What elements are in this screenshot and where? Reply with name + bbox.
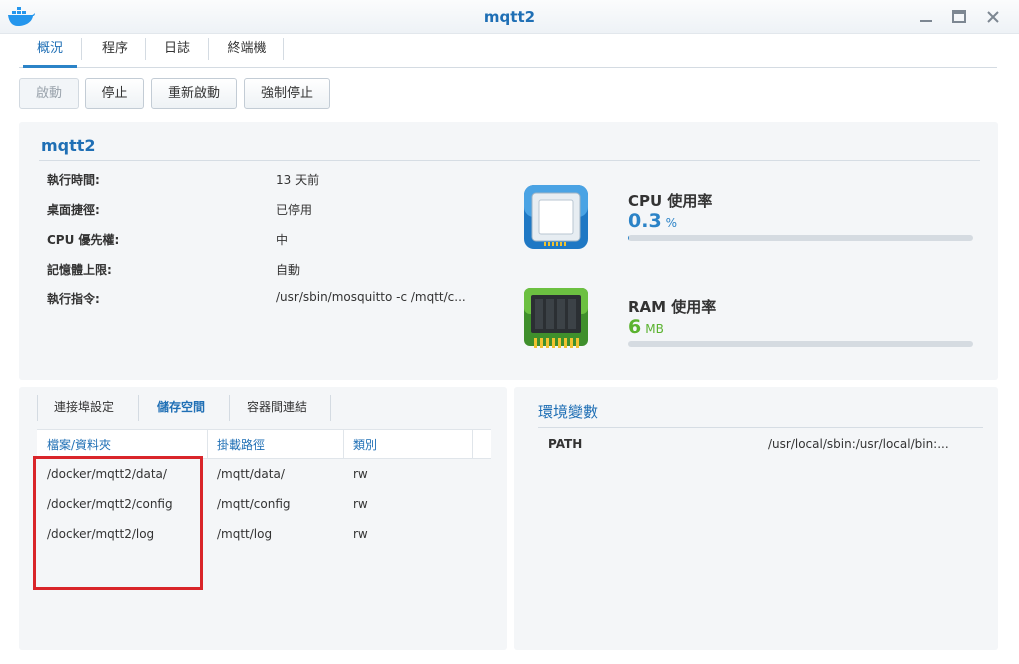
cell-type: rw [353, 497, 368, 511]
cell-path: /docker/mqtt2/data/ [47, 467, 167, 481]
table-row[interactable]: /docker/mqtt2/data/ /mqtt/data/ rw [37, 460, 491, 490]
cell-mount: /mqtt/config [217, 497, 291, 511]
tab-terminal[interactable]: 終端機 [213, 34, 281, 68]
container-info-panel: mqtt2 執行時間: 13 天前 桌面捷徑: 已停用 CPU 優先權: 中 記… [19, 122, 998, 380]
subtab-divider [37, 395, 38, 421]
tab-divider [283, 38, 284, 60]
shortcut-value: 已停用 [276, 203, 313, 217]
cpu-value-number: 0.3 [628, 210, 662, 232]
force-stop-button[interactable]: 強制停止 [244, 78, 330, 109]
cpu-value-unit: % [665, 216, 678, 230]
ram-usage-value: 6 MB [628, 316, 664, 338]
runtime-label: 執行時間: [47, 173, 100, 187]
cell-path: /docker/mqtt2/config [47, 497, 173, 511]
env-value: /usr/local/sbin:/usr/local/bin:... [768, 437, 949, 451]
env-key: PATH [548, 437, 583, 451]
subtab-divider [138, 395, 139, 421]
cpu-priority-value: 中 [276, 233, 289, 247]
tab-divider [145, 38, 146, 60]
main-tabs: 概況 程序 日誌 終端機 [19, 34, 997, 68]
cell-type: rw [353, 467, 368, 481]
cpu-chip-icon [522, 183, 590, 255]
subtab-divider [330, 395, 331, 421]
ram-usage-title: RAM 使用率 [628, 298, 717, 316]
subtab-divider [229, 395, 230, 421]
divider [538, 427, 983, 428]
cell-path: /docker/mqtt2/log [47, 527, 155, 541]
table-row[interactable]: /docker/mqtt2/config /mqtt/config rw [37, 490, 491, 520]
column-header-mount[interactable]: 掛載路徑 [217, 436, 265, 453]
cpu-usage-title: CPU 使用率 [628, 192, 713, 210]
container-name: mqtt2 [41, 136, 96, 155]
shortcut-label: 桌面捷徑: [47, 203, 100, 217]
ram-value-number: 6 [628, 316, 642, 338]
divider [39, 160, 980, 161]
cpu-usage-bar-fill [628, 235, 630, 241]
storage-table-header: 檔案/資料夾 掛載路徑 類別 [37, 429, 491, 459]
start-button[interactable]: 啟動 [19, 78, 79, 109]
env-panel: 環境變數 PATH /usr/local/sbin:/usr/local/bin… [514, 387, 998, 650]
window-title: mqtt2 [483, 8, 536, 26]
tab-overview[interactable]: 概況 [23, 34, 77, 68]
column-header-type[interactable]: 類別 [353, 436, 377, 453]
ram-value-unit: MB [645, 322, 664, 336]
ram-module-icon [522, 286, 590, 360]
close-icon[interactable] [982, 6, 1004, 28]
restart-button[interactable]: 重新啟動 [151, 78, 237, 109]
subtab-storage[interactable]: 儲存空間 [157, 397, 205, 421]
command-label: 執行指令: [47, 292, 100, 306]
stop-button[interactable]: 停止 [85, 78, 144, 109]
command-value: /usr/sbin/mosquitto -c /mqtt/c... [276, 290, 466, 304]
column-divider[interactable] [207, 430, 208, 459]
cpu-usage-bar [628, 235, 973, 241]
column-divider[interactable] [343, 430, 344, 459]
runtime-value: 13 天前 [276, 173, 320, 187]
table-row[interactable]: /docker/mqtt2/log /mqtt/log rw [37, 520, 491, 550]
memory-limit-label: 記憶體上限: [47, 263, 112, 277]
cpu-usage-value: 0.3% [628, 210, 677, 232]
env-title: 環境變數 [538, 403, 599, 421]
cell-mount: /mqtt/data/ [217, 467, 285, 481]
maximize-icon[interactable] [948, 6, 970, 28]
cpu-priority-label: CPU 優先權: [47, 233, 120, 247]
tab-processes[interactable]: 程序 [87, 34, 143, 68]
ram-usage-bar [628, 341, 973, 347]
storage-panel: 連接埠設定 儲存空間 容器間連結 檔案/資料夾 掛載路徑 類別 /docker/… [19, 387, 507, 650]
subtab-container-links[interactable]: 容器間連結 [247, 397, 307, 421]
tab-logs[interactable]: 日誌 [149, 34, 205, 68]
title-bar: mqtt2 [0, 0, 1019, 34]
column-divider[interactable] [472, 430, 473, 459]
tab-divider [208, 38, 209, 60]
column-header-path[interactable]: 檔案/資料夾 [47, 436, 111, 453]
subtab-port-settings[interactable]: 連接埠設定 [54, 397, 114, 421]
minimize-icon[interactable] [915, 6, 937, 28]
cell-type: rw [353, 527, 368, 541]
tab-divider [81, 38, 82, 60]
memory-limit-value: 自動 [276, 263, 301, 277]
cell-mount: /mqtt/log [217, 527, 273, 541]
